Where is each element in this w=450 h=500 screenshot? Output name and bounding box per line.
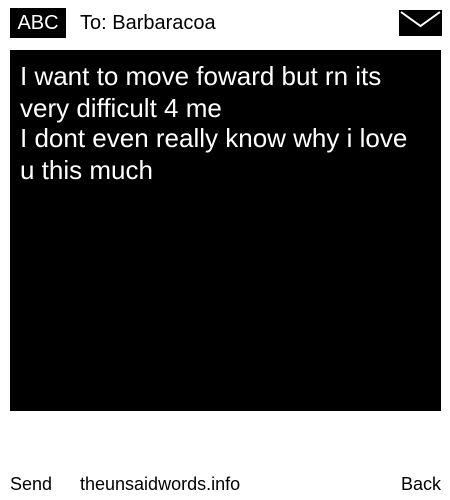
envelope-icon-graphic bbox=[399, 10, 442, 36]
message-body[interactable]: I want to move foward but rn its very di… bbox=[10, 50, 441, 411]
text-mode-badge[interactable]: ABC bbox=[10, 8, 66, 38]
envelope-icon[interactable] bbox=[399, 10, 442, 36]
send-button[interactable]: Send bbox=[10, 473, 52, 495]
softkey-bar: Send theunsaidwords.info Back bbox=[0, 470, 450, 498]
recipient-label: To: Barbaracoa bbox=[80, 12, 216, 34]
site-label: theunsaidwords.info bbox=[80, 474, 241, 494]
message-line: I want to move foward but rn its very di… bbox=[20, 61, 382, 123]
back-button[interactable]: Back bbox=[401, 473, 441, 495]
message-line: I dont even really know why i love u thi… bbox=[20, 123, 408, 185]
